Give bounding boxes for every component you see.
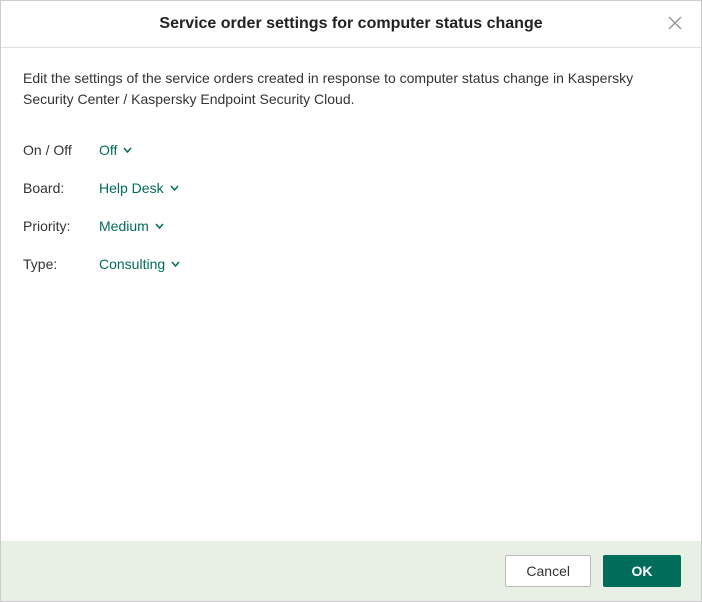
dialog-service-order-settings: Service order settings for computer stat… [0,0,702,602]
dialog-footer: Cancel OK [1,541,701,601]
dropdown-priority[interactable]: Medium [99,218,164,234]
dialog-header: Service order settings for computer stat… [1,1,701,48]
dropdown-value: Off [99,142,117,158]
chevron-down-icon [170,184,179,193]
ok-button[interactable]: OK [603,555,681,587]
chevron-down-icon [123,146,132,155]
dropdown-value: Consulting [99,256,165,272]
close-button[interactable] [665,14,685,34]
field-board: Board: Help Desk [23,180,679,196]
field-label-board: Board: [23,180,99,196]
field-onoff: On / Off Off [23,142,679,158]
dropdown-onoff[interactable]: Off [99,142,132,158]
chevron-down-icon [155,222,164,231]
description-text: Edit the settings of the service orders … [23,68,679,110]
field-type: Type: Consulting [23,256,679,272]
close-icon [668,16,682,33]
chevron-down-icon [171,260,180,269]
dialog-title: Service order settings for computer stat… [159,15,542,33]
dropdown-value: Medium [99,218,149,234]
field-label-onoff: On / Off [23,142,99,158]
dialog-body: Edit the settings of the service orders … [1,48,701,541]
dropdown-board[interactable]: Help Desk [99,180,179,196]
cancel-button[interactable]: Cancel [505,555,591,587]
field-label-priority: Priority: [23,218,99,234]
dropdown-type[interactable]: Consulting [99,256,180,272]
field-priority: Priority: Medium [23,218,679,234]
field-label-type: Type: [23,256,99,272]
dropdown-value: Help Desk [99,180,164,196]
